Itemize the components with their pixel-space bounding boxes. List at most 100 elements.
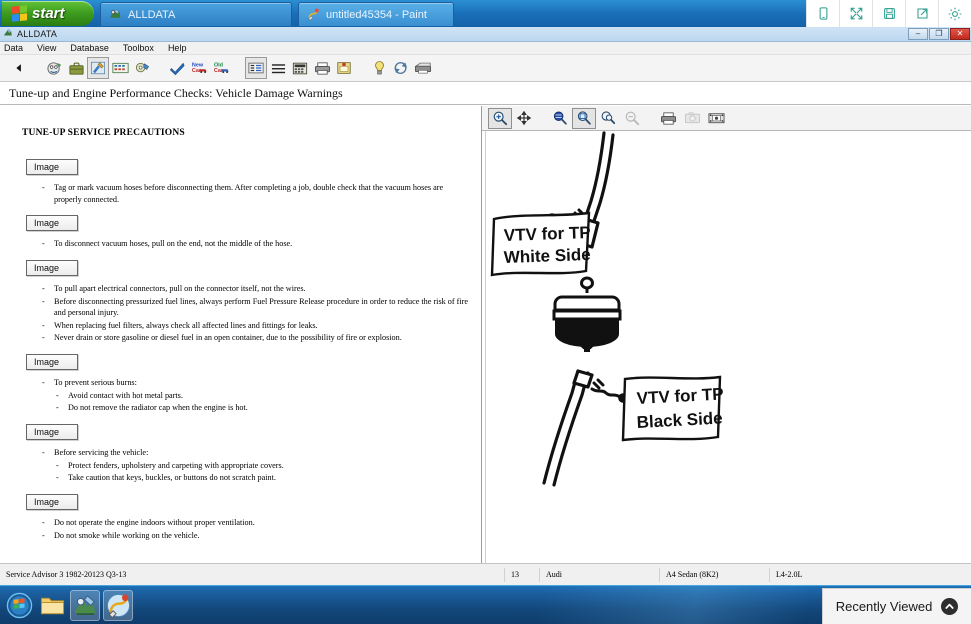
menu-item-toolbox[interactable]: Toolbox bbox=[123, 43, 154, 53]
zoom-selection-icon[interactable] bbox=[596, 108, 620, 129]
save-icon[interactable] bbox=[872, 0, 905, 27]
image-chip-button[interactable]: Image bbox=[26, 424, 78, 441]
window-title-bar: ALLDATA – ❐ ✕ bbox=[0, 27, 971, 42]
precaution-block: Image To pull apart electrical connector… bbox=[22, 251, 469, 344]
image-chip-button[interactable]: Image bbox=[26, 354, 78, 371]
parts-icon[interactable] bbox=[131, 57, 153, 79]
used-car-icon[interactable]: Old Car bbox=[210, 57, 232, 79]
checkmark-icon[interactable] bbox=[166, 57, 188, 79]
paint-taskbar-icon[interactable] bbox=[103, 589, 133, 621]
pan-icon[interactable] bbox=[512, 108, 536, 129]
taskbar-task-label: ALLDATA bbox=[128, 8, 176, 21]
zoom-fit-icon[interactable] bbox=[572, 107, 596, 129]
precaution-block: Image Tag or mark vacuum hoses before di… bbox=[22, 150, 469, 205]
close-button[interactable]: ✕ bbox=[950, 28, 970, 40]
zoom-out-icon[interactable] bbox=[620, 108, 644, 129]
menu-bar: Data View Database Toolbox Help bbox=[0, 42, 971, 55]
calculator-icon[interactable] bbox=[289, 57, 311, 79]
fullscreen-icon[interactable] bbox=[839, 0, 872, 27]
table-view-icon[interactable] bbox=[245, 57, 267, 79]
chevron-up-icon[interactable] bbox=[941, 598, 959, 615]
briefcase-icon[interactable] bbox=[65, 57, 87, 79]
vehicle-info-icon[interactable] bbox=[43, 57, 65, 79]
vtv-hose-diagram: VTV for TP White Side VTV for TP Black S… bbox=[490, 131, 724, 487]
status-version: Service Advisor 3 1982-20123 Q3-13 bbox=[0, 567, 505, 582]
menu-item-help[interactable]: Help bbox=[168, 43, 187, 53]
list-item: Protect fenders, upholstery and carpetin… bbox=[54, 460, 469, 472]
content-split: TUNE-UP SERVICE PRECAUTIONS Image Tag or… bbox=[0, 106, 971, 563]
bullet-list: To prevent serious burns: Avoid contact … bbox=[40, 377, 469, 414]
alldata-window: ALLDATA – ❐ ✕ Data View Database Toolbox… bbox=[0, 27, 971, 585]
window-title-label: ALLDATA bbox=[17, 29, 58, 39]
image-chip-button[interactable]: Image bbox=[26, 215, 78, 232]
bullet-list: To pull apart electrical connectors, pul… bbox=[40, 283, 469, 344]
filmstrip-icon[interactable] bbox=[704, 108, 728, 129]
lightbulb-icon[interactable] bbox=[368, 57, 390, 79]
status-make: Audi bbox=[540, 567, 660, 582]
fax-icon[interactable] bbox=[412, 57, 434, 79]
alldata-icon bbox=[109, 8, 122, 21]
screen-root: start ALLDATA untitled45354 - Paint ALLD… bbox=[0, 0, 971, 624]
tsb-icon[interactable] bbox=[109, 57, 131, 79]
list-view-icon[interactable] bbox=[267, 57, 289, 79]
status-model: A4 Sedan (8K2) bbox=[660, 567, 770, 582]
list-item: Before servicing the vehicle: bbox=[40, 447, 469, 459]
list-item: Do not smoke while working on the vehicl… bbox=[40, 530, 469, 542]
image-chip-button[interactable]: Image bbox=[26, 493, 78, 510]
top-taskbar: start ALLDATA untitled45354 - Paint bbox=[0, 0, 971, 27]
back-arrow-icon[interactable] bbox=[8, 57, 30, 79]
bullet-list: Before servicing the vehicle: Protect fe… bbox=[40, 447, 469, 484]
bullet-list: To disconnect vacuum hoses, pull on the … bbox=[40, 238, 469, 250]
status-engine: L4-2.0L bbox=[776, 570, 803, 579]
precaution-block: Image Do not operate the engine indoors … bbox=[22, 485, 469, 541]
list-item: Avoid contact with hot metal parts. bbox=[54, 390, 469, 402]
repair-tools-icon[interactable] bbox=[87, 57, 109, 79]
maximize-button[interactable]: ❐ bbox=[929, 28, 949, 40]
new-car-icon[interactable]: New Car bbox=[188, 57, 210, 79]
start-button-label: start bbox=[32, 5, 65, 22]
list-item: When replacing fuel filters, always chec… bbox=[40, 320, 469, 332]
menu-item-view[interactable]: View bbox=[37, 43, 56, 53]
bullet-list: Do not operate the engine indoors withou… bbox=[40, 517, 469, 541]
diagram-label-top: VTV for TP White Side bbox=[490, 211, 591, 277]
status-bar: Service Advisor 3 1982-20123 Q3-13 13 Au… bbox=[0, 563, 971, 585]
zoom-region-icon[interactable] bbox=[548, 108, 572, 129]
recently-viewed-panel[interactable]: Recently Viewed bbox=[822, 588, 971, 624]
image-chip-button[interactable]: Image bbox=[26, 159, 78, 175]
start-button[interactable]: start bbox=[2, 1, 94, 26]
app-toolbar: New Car Old Car bbox=[0, 55, 971, 82]
refresh-icon[interactable] bbox=[390, 57, 412, 79]
sub-bullet-list: Protect fenders, upholstery and carpetin… bbox=[54, 460, 469, 484]
wrapper-toolbar bbox=[806, 0, 971, 27]
camera-icon[interactable] bbox=[680, 108, 704, 129]
taskbar-task-alldata[interactable]: ALLDATA bbox=[100, 2, 292, 26]
explorer-folder-icon[interactable] bbox=[37, 590, 67, 621]
alldata-taskbar-icon[interactable] bbox=[70, 589, 100, 621]
print-icon[interactable] bbox=[311, 57, 333, 79]
list-item: Never drain or store gasoline or diesel … bbox=[40, 332, 469, 344]
recently-viewed-label: Recently Viewed bbox=[835, 599, 933, 614]
image-viewer-pane: VTV for TP White Side VTV for TP Black S… bbox=[482, 106, 971, 563]
list-item: Before disconnecting pressurized fuel li… bbox=[40, 296, 469, 319]
share-icon[interactable] bbox=[905, 0, 938, 27]
diagram-canvas[interactable]: VTV for TP White Side VTV for TP Black S… bbox=[482, 131, 971, 563]
print-image-icon[interactable] bbox=[656, 108, 680, 129]
document-pane[interactable]: TUNE-UP SERVICE PRECAUTIONS Image Tag or… bbox=[0, 106, 482, 563]
menu-item-database[interactable]: Database bbox=[70, 43, 109, 53]
list-item: To disconnect vacuum hoses, pull on the … bbox=[40, 238, 469, 250]
minimize-button[interactable]: – bbox=[908, 28, 928, 40]
vtv-valve-component bbox=[552, 276, 622, 352]
notes-icon[interactable] bbox=[333, 57, 355, 79]
window-controls: – ❐ ✕ bbox=[908, 28, 970, 40]
device-view-icon[interactable] bbox=[806, 0, 839, 27]
zoom-in-icon[interactable] bbox=[488, 107, 512, 129]
image-viewer-toolbar bbox=[482, 106, 971, 131]
alldata-window-icon bbox=[3, 25, 13, 43]
start-orb-icon[interactable] bbox=[4, 590, 34, 621]
gear-icon[interactable] bbox=[938, 0, 971, 27]
bullet-list: Tag or mark vacuum hoses before disconne… bbox=[40, 182, 469, 205]
menu-item-data[interactable]: Data bbox=[4, 43, 23, 53]
taskbar-task-paint[interactable]: untitled45354 - Paint bbox=[298, 2, 454, 26]
list-item: Do not operate the engine indoors withou… bbox=[40, 517, 469, 529]
image-chip-button[interactable]: Image bbox=[26, 259, 78, 276]
